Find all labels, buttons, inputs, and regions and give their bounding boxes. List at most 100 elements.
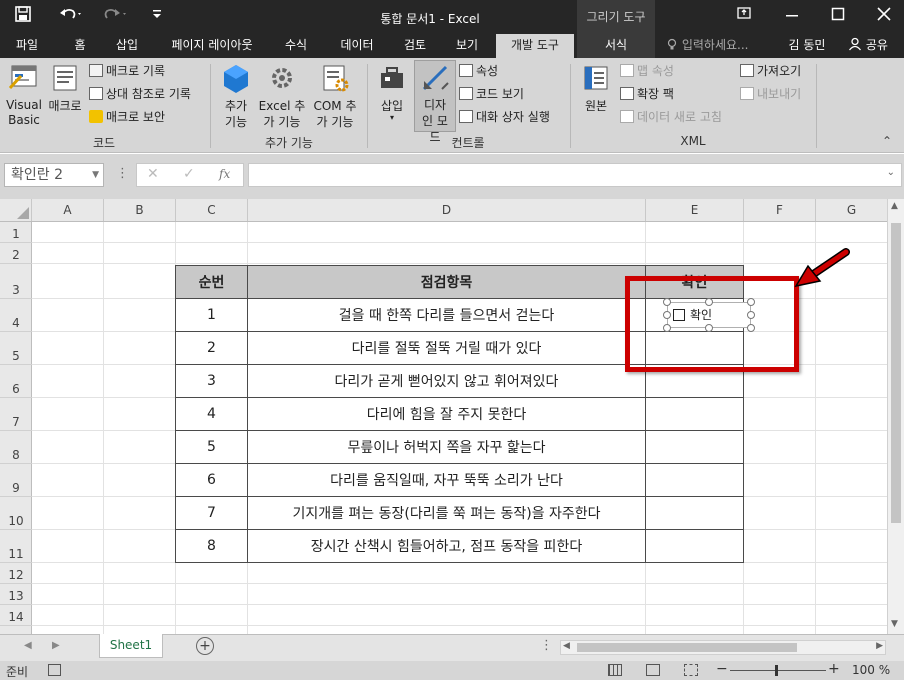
column-header-a[interactable]: A bbox=[32, 199, 104, 221]
table-cell-item[interactable]: 다리가 곧게 뻗어있지 않고 휘어져있다 bbox=[247, 364, 646, 398]
more-options-icon[interactable]: ⋮ bbox=[540, 638, 553, 653]
visual-basic-button[interactable]: Visual Basic bbox=[4, 62, 44, 132]
table-cell-item[interactable]: 다리에 힘을 잘 주지 못한다 bbox=[247, 397, 646, 431]
zoom-slider[interactable] bbox=[730, 670, 826, 671]
table-cell-check[interactable] bbox=[645, 430, 744, 464]
scroll-sheets-left-icon[interactable]: ◀ bbox=[24, 640, 32, 651]
scrollbar-thumb[interactable] bbox=[577, 643, 797, 652]
ribbon-display-options-icon[interactable] bbox=[724, 0, 764, 34]
scroll-sheets-right-icon[interactable]: ▶ bbox=[52, 640, 60, 651]
table-cell-check[interactable] bbox=[645, 529, 744, 563]
export-button[interactable]: 내보내기 bbox=[740, 85, 801, 103]
table-cell-item[interactable]: 기지개를 펴는 동장(다리를 쭉 펴는 동작)을 자주한다 bbox=[247, 496, 646, 530]
page-break-view-icon[interactable] bbox=[684, 664, 698, 676]
normal-view-icon[interactable] bbox=[608, 664, 622, 676]
save-icon[interactable] bbox=[14, 5, 32, 27]
excel-add-ins-button[interactable]: Excel 추가 기능 bbox=[256, 62, 308, 132]
expand-formula-icon[interactable]: ⌄ bbox=[887, 167, 895, 178]
scroll-right-icon[interactable]: ▶ bbox=[876, 641, 883, 651]
zoom-level[interactable]: 100 % bbox=[852, 663, 890, 677]
worksheet-grid[interactable]: 순번 점검항목 확인 1 걸을 때 한쪽 다리를 들으면서 걷는다 2 다리를 … bbox=[32, 222, 887, 634]
table-cell-number[interactable]: 4 bbox=[175, 397, 248, 431]
table-cell-number[interactable]: 5 bbox=[175, 430, 248, 464]
select-all-corner[interactable] bbox=[0, 199, 32, 221]
row-header[interactable]: 3 bbox=[0, 264, 32, 299]
user-name[interactable]: 김 동민 bbox=[782, 34, 832, 58]
tab-view[interactable]: 보기 bbox=[444, 34, 490, 58]
tab-page-layout[interactable]: 페이지 레이아웃 bbox=[160, 34, 264, 58]
table-cell-number[interactable]: 6 bbox=[175, 463, 248, 497]
table-cell-number[interactable]: 8 bbox=[175, 529, 248, 563]
table-cell-number[interactable]: 1 bbox=[175, 298, 248, 332]
table-cell-check[interactable] bbox=[645, 496, 744, 530]
formula-input[interactable]: ⌄ bbox=[248, 163, 902, 187]
undo-icon[interactable] bbox=[58, 5, 84, 27]
page-layout-view-icon[interactable] bbox=[646, 664, 660, 676]
table-cell-item[interactable]: 걸을 때 한쪽 다리를 들으면서 걷는다 bbox=[247, 298, 646, 332]
column-header-d[interactable]: D bbox=[248, 199, 646, 221]
macro-security-button[interactable]: 매크로 보안 bbox=[89, 108, 165, 126]
row-header[interactable]: 2 bbox=[0, 243, 32, 264]
row-header[interactable]: 14 bbox=[0, 605, 32, 626]
table-cell-item[interactable]: 다리를 절뚝 절뚝 거릴 때가 있다 bbox=[247, 331, 646, 365]
collapse-ribbon-icon[interactable]: ⌃ bbox=[882, 134, 892, 148]
scroll-left-icon[interactable]: ◀ bbox=[563, 641, 570, 651]
macro-button[interactable]: 매크로 bbox=[44, 62, 86, 132]
scrollbar-thumb[interactable] bbox=[891, 223, 901, 523]
more-options-icon[interactable]: ⋮ bbox=[116, 166, 129, 181]
chevron-down-icon[interactable]: ▼ bbox=[92, 164, 99, 186]
tab-data[interactable]: 데이터 bbox=[330, 34, 384, 58]
xml-source-button[interactable]: 원본 bbox=[576, 62, 616, 132]
zoom-slider-thumb[interactable] bbox=[775, 665, 778, 676]
row-header[interactable]: 11 bbox=[0, 530, 32, 563]
tab-developer[interactable]: 개발 도구 bbox=[496, 34, 574, 58]
horizontal-scrollbar[interactable]: ◀ ▶ bbox=[560, 640, 886, 655]
table-cell-number[interactable]: 2 bbox=[175, 331, 248, 365]
column-header-e[interactable]: E bbox=[646, 199, 744, 221]
sheet-tab[interactable]: Sheet1 bbox=[99, 634, 163, 658]
table-cell-number[interactable]: 3 bbox=[175, 364, 248, 398]
add-ins-button[interactable]: 추가 기능 bbox=[216, 62, 256, 132]
vertical-scrollbar[interactable]: ▲ ▼ bbox=[887, 199, 904, 634]
column-header-f[interactable]: F bbox=[744, 199, 816, 221]
row-header[interactable]: 6 bbox=[0, 365, 32, 398]
relative-reference-button[interactable]: 상대 참조로 기록 bbox=[89, 85, 191, 103]
share-button[interactable]: 공유 bbox=[840, 34, 896, 58]
minimize-icon[interactable] bbox=[772, 0, 812, 34]
redo-icon[interactable] bbox=[102, 5, 128, 27]
design-mode-button[interactable]: 디자인 모드 bbox=[414, 60, 456, 144]
tell-me-box[interactable]: 입력하세요... bbox=[666, 34, 762, 58]
customize-quick-access-icon[interactable] bbox=[150, 5, 164, 27]
add-sheet-icon[interactable]: + bbox=[196, 637, 214, 655]
tab-insert[interactable]: 삽입 bbox=[104, 34, 150, 58]
properties-button[interactable]: 속성 bbox=[459, 62, 498, 80]
table-cell-item[interactable]: 무릎이나 허벅지 쪽을 자꾸 핥는다 bbox=[247, 430, 646, 464]
macro-recording-icon[interactable] bbox=[48, 664, 61, 676]
com-add-ins-button[interactable]: COM 추가 기능 bbox=[308, 62, 362, 132]
row-header[interactable]: 13 bbox=[0, 584, 32, 605]
column-header-b[interactable]: B bbox=[104, 199, 176, 221]
row-header[interactable]: 10 bbox=[0, 497, 32, 530]
zoom-in-icon[interactable]: + bbox=[828, 661, 840, 677]
insert-control-button[interactable]: 삽입 ▾ bbox=[372, 62, 412, 132]
tab-formulas[interactable]: 수식 bbox=[276, 34, 316, 58]
maximize-icon[interactable] bbox=[818, 0, 858, 34]
record-macro-button[interactable]: 매크로 기록 bbox=[89, 62, 165, 80]
scroll-up-icon[interactable]: ▲ bbox=[891, 201, 898, 211]
refresh-data-button[interactable]: 데이터 새로 고침 bbox=[620, 108, 722, 126]
row-header[interactable]: 12 bbox=[0, 563, 32, 584]
run-dialog-button[interactable]: 대화 상자 실행 bbox=[459, 108, 550, 126]
row-header[interactable]: 4 bbox=[0, 299, 32, 332]
tab-review[interactable]: 검토 bbox=[394, 34, 436, 58]
import-button[interactable]: 가져오기 bbox=[740, 62, 801, 80]
expansion-pack-button[interactable]: 확장 팩 bbox=[620, 85, 674, 103]
row-header[interactable]: 9 bbox=[0, 464, 32, 497]
column-header-c[interactable]: C bbox=[176, 199, 248, 221]
column-header-g[interactable]: G bbox=[816, 199, 887, 221]
view-code-button[interactable]: 코드 보기 bbox=[459, 85, 524, 103]
name-box[interactable]: 확인란 2 ▼ bbox=[4, 163, 104, 187]
tab-home[interactable]: 홈 bbox=[60, 34, 100, 58]
tab-format[interactable]: 서식 bbox=[577, 34, 655, 58]
table-header-number[interactable]: 순번 bbox=[175, 265, 248, 299]
insert-function-icon[interactable]: fx bbox=[219, 167, 230, 181]
